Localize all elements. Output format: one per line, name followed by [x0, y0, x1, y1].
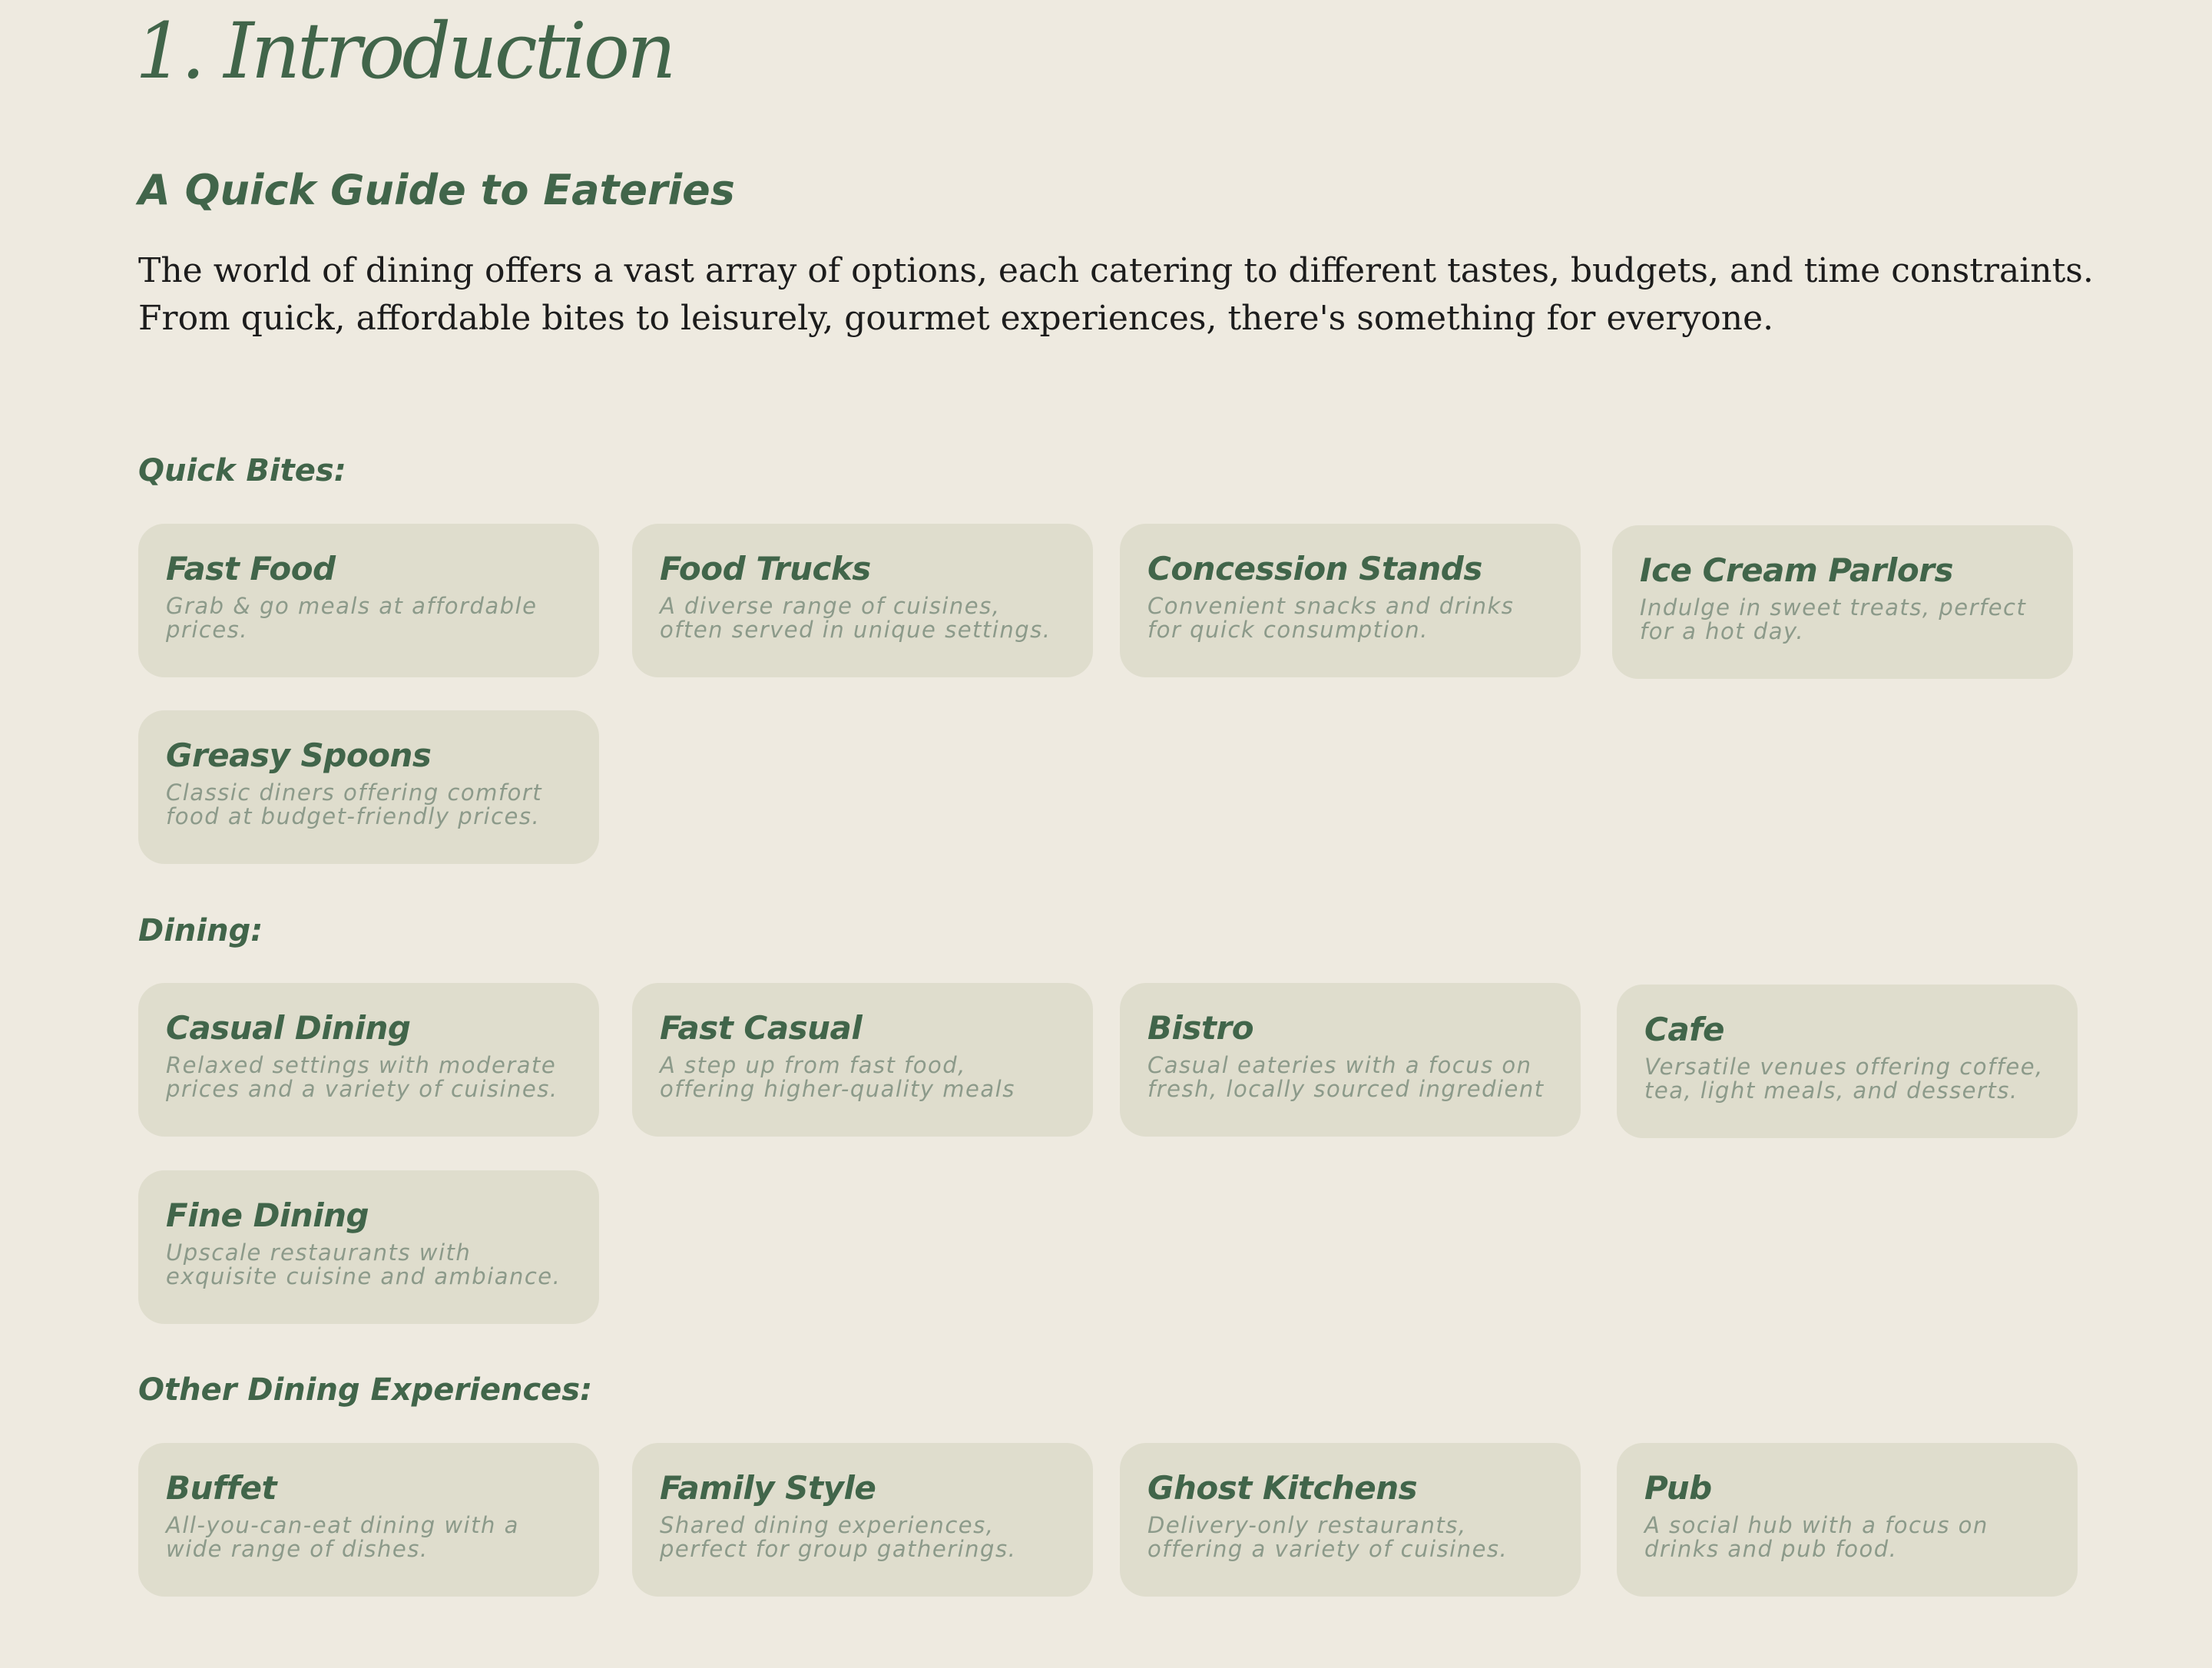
card-cafe[interactable]: Cafe Versatile venues offering coffee, t…: [1617, 985, 2078, 1138]
card-title: Ghost Kitchens: [1147, 1469, 1418, 1507]
card-description: Grab & go meals at affordable prices.: [166, 593, 538, 643]
page-title: 1. Introduction: [135, 6, 676, 96]
page-subtitle: A Quick Guide to Eateries: [138, 166, 735, 214]
page: 1. Introduction A Quick Guide to Eaterie…: [0, 0, 2212, 1668]
card-description: Casual eateries with a focus on fresh, l…: [1147, 1052, 1545, 1102]
card-description: All-you-can-eat dining with a wide range…: [166, 1512, 519, 1562]
card-title: Fast Food: [166, 550, 336, 587]
card-greasy-spoons[interactable]: Greasy Spoons Classic diners offering co…: [138, 710, 599, 864]
card-food-trucks[interactable]: Food Trucks A diverse range of cuisines,…: [632, 524, 1093, 677]
card-description: Classic diners offering comfort food at …: [166, 779, 543, 829]
card-concession-stands[interactable]: Concession Stands Convenient snacks and …: [1120, 524, 1581, 677]
card-bistro[interactable]: Bistro Casual eateries with a focus on f…: [1120, 983, 1581, 1137]
card-title: Fine Dining: [166, 1196, 369, 1234]
card-title: Ice Cream Parlors: [1640, 551, 1954, 589]
card-pub[interactable]: Pub A social hub with a focus on drinks …: [1617, 1443, 2078, 1597]
card-description: A social hub with a focus on drinks and …: [1644, 1512, 1988, 1562]
card-casual-dining[interactable]: Casual Dining Relaxed settings with mode…: [138, 983, 599, 1137]
card-fine-dining[interactable]: Fine Dining Upscale restaurants with exq…: [138, 1170, 599, 1324]
card-description: A diverse range of cuisines, often serve…: [660, 593, 1051, 643]
card-fast-casual[interactable]: Fast Casual A step up from fast food, of…: [632, 983, 1093, 1137]
card-description: Shared dining experiences, perfect for g…: [660, 1512, 1017, 1562]
card-title: Pub: [1644, 1469, 1712, 1507]
card-description: Upscale restaurants with exquisite cuisi…: [166, 1239, 561, 1289]
card-fast-food[interactable]: Fast Food Grab & go meals at affordable …: [138, 524, 599, 677]
card-title: Bistro: [1147, 1009, 1254, 1047]
card-title: Concession Stands: [1147, 550, 1482, 587]
card-description: Convenient snacks and drinks for quick c…: [1147, 593, 1515, 643]
card-title: Family Style: [660, 1469, 876, 1507]
card-description: Delivery-only restaurants, offering a va…: [1147, 1512, 1508, 1562]
card-title: Food Trucks: [660, 550, 871, 587]
card-title: Cafe: [1644, 1011, 1724, 1048]
card-title: Greasy Spoons: [166, 736, 432, 774]
card-description: Versatile venues offering coffee, tea, l…: [1644, 1054, 2044, 1104]
card-title: Casual Dining: [166, 1009, 411, 1047]
section-label-dining: Dining:: [138, 913, 263, 948]
card-title: Buffet: [166, 1469, 277, 1507]
intro-paragraph: The world of dining offers a vast array …: [138, 251, 2094, 338]
section-label-quick-bites: Quick Bites:: [138, 453, 346, 488]
card-title: Fast Casual: [660, 1009, 863, 1047]
card-family-style[interactable]: Family Style Shared dining experiences, …: [632, 1443, 1093, 1597]
card-ice-cream-parlors[interactable]: Ice Cream Parlors Indulge in sweet treat…: [1612, 525, 2073, 679]
card-buffet[interactable]: Buffet All-you-can-eat dining with a wid…: [138, 1443, 599, 1597]
card-description: Indulge in sweet treats, perfect for a h…: [1640, 594, 2027, 644]
section-label-other-dining: Other Dining Experiences:: [138, 1372, 593, 1408]
card-description: A step up from fast food, offering highe…: [660, 1052, 1015, 1102]
card-description: Relaxed settings with moderate prices an…: [166, 1052, 558, 1102]
card-ghost-kitchens[interactable]: Ghost Kitchens Delivery-only restaurants…: [1120, 1443, 1581, 1597]
